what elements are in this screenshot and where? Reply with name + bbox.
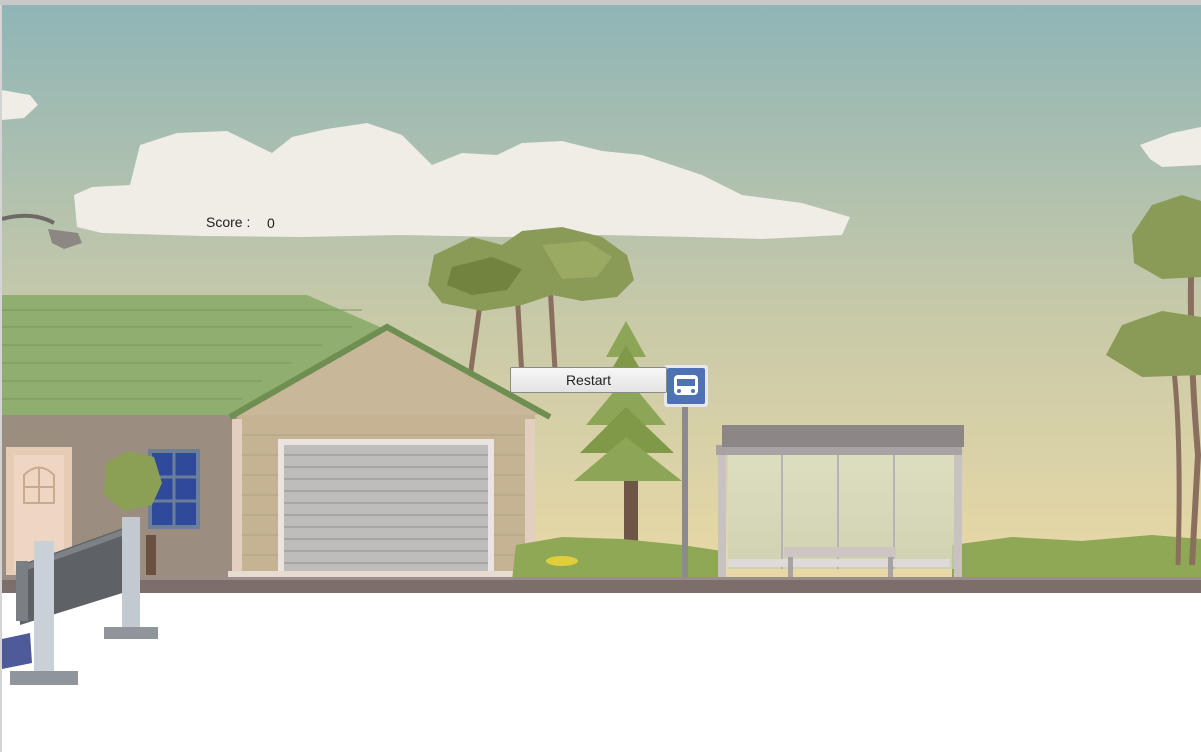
- score-label: Score :: [206, 214, 251, 230]
- restart-button[interactable]: Restart: [510, 367, 667, 393]
- bus-shelter: [716, 425, 964, 581]
- road: [2, 579, 1201, 593]
- score-value: 0: [267, 215, 275, 231]
